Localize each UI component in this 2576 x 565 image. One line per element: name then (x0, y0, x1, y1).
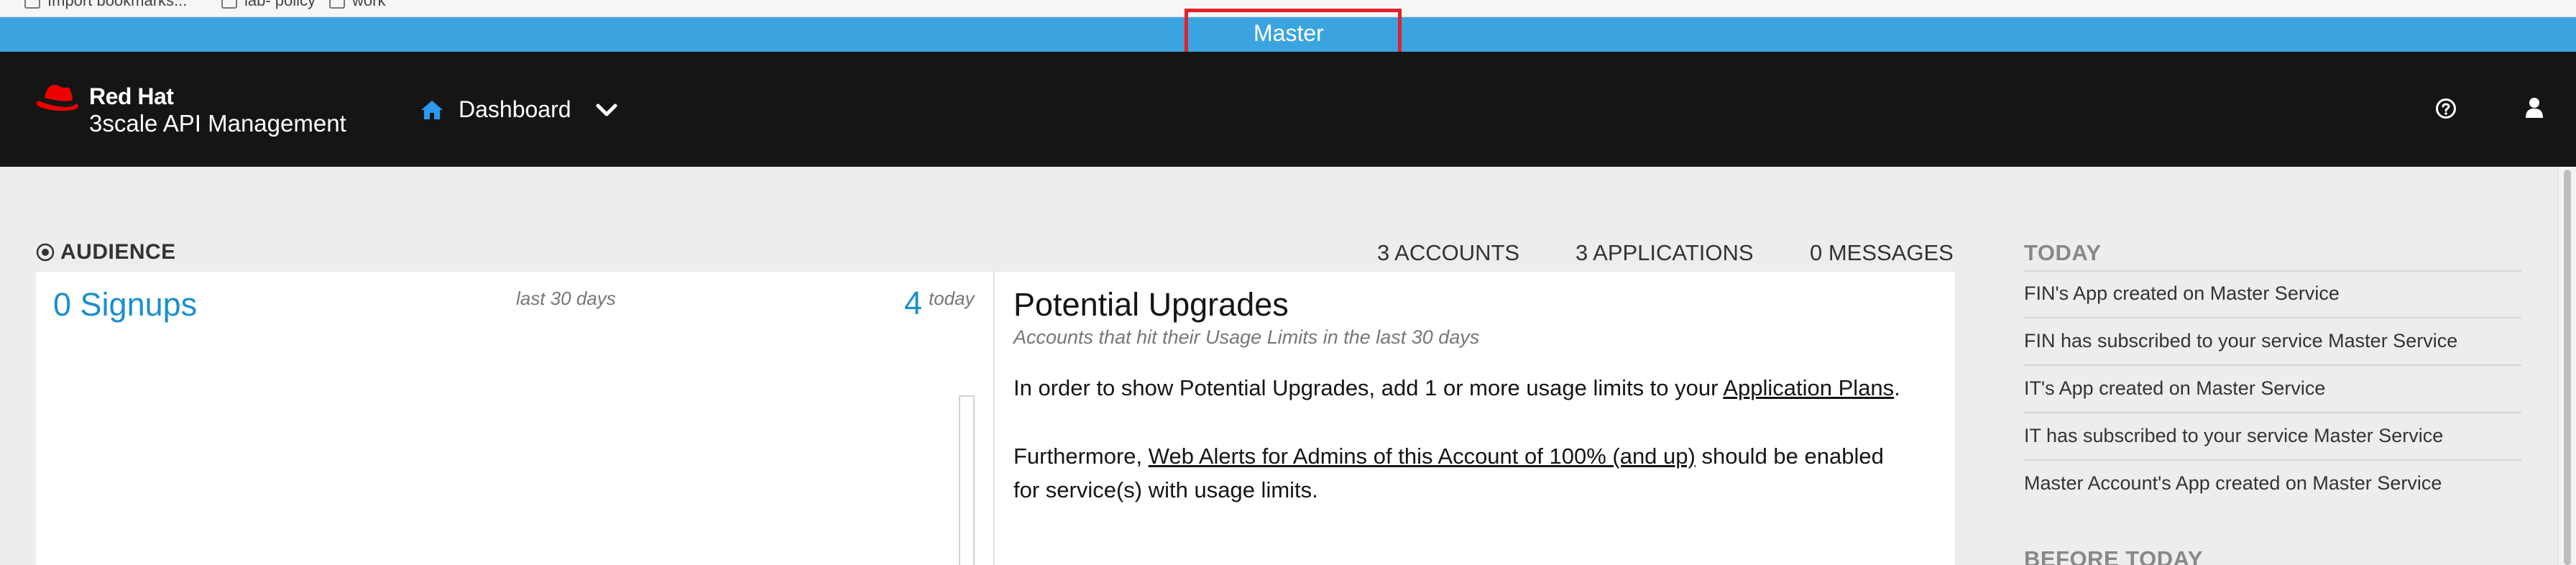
upgrades-paragraph-1: In order to show Potential Upgrades, add… (1013, 372, 1900, 405)
today-divider (2024, 270, 2521, 272)
dashboard-label: Dashboard (459, 96, 571, 122)
chevron-down-icon (596, 104, 617, 116)
today-heading: TODAY (2024, 240, 2102, 265)
audience-target-icon (36, 243, 55, 262)
today-event-item[interactable]: Master Account's App created on Master S… (2024, 472, 2442, 495)
user-icon[interactable] (2524, 96, 2544, 119)
upgrades-paragraph-2: Furthermore, Web Alerts for Admins of th… (1013, 440, 1884, 473)
home-icon (421, 100, 443, 119)
signups-count-link[interactable]: 0 Signups (53, 286, 197, 323)
app-root: Import bookmarks... lab- policy work Mas… (0, 0, 2576, 565)
audience-heading: AUDIENCE (36, 240, 176, 265)
bookmark-label: Import bookmarks... (47, 0, 188, 9)
help-circle-icon[interactable] (2435, 98, 2457, 119)
page-scrollbar[interactable] (2557, 167, 2576, 565)
brand-product: 3scale API Management (89, 110, 346, 137)
bookmark-item[interactable]: lab- policy (221, 0, 316, 10)
upgrades-p2-suffix: should be enabled (1695, 444, 1884, 469)
signups-chart-frame (959, 395, 975, 565)
web-alerts-link[interactable]: Web Alerts for Admins of this Account of… (1149, 444, 1696, 469)
today-divider (2024, 459, 2521, 461)
bookmark-folder-icon (24, 0, 40, 9)
bookmark-label: work (352, 0, 386, 9)
upgrades-p1-suffix: . (1894, 375, 1900, 400)
today-event-item[interactable]: FIN has subscribed to your service Maste… (2024, 330, 2457, 352)
audience-title: AUDIENCE (60, 240, 176, 264)
today-divider (2024, 317, 2521, 318)
upgrades-p1-text: In order to show Potential Upgrades, add… (1013, 375, 1724, 400)
today-event-item[interactable]: IT has subscribed to your service Master… (2024, 425, 2443, 447)
bookmark-item[interactable]: work (329, 0, 385, 10)
top-header (0, 52, 2576, 167)
upgrades-title: Potential Upgrades (1013, 286, 1289, 323)
signups-period: last 30 days (516, 288, 616, 309)
today-divider (2024, 364, 2521, 366)
accounts-count-link[interactable]: 3 ACCOUNTS (1377, 240, 1519, 266)
signups-today-count: 4 (904, 285, 923, 321)
bookmark-folder-icon (329, 0, 345, 9)
application-plans-link[interactable]: Application Plans (1723, 375, 1894, 400)
upgrades-subtitle: Accounts that hit their Usage Limits in … (1013, 326, 1480, 348)
bookmark-label: lab- policy (244, 0, 316, 9)
upgrades-paragraph-2-cont: for service(s) with usage limits. (1013, 477, 1318, 502)
scrollbar-thumb[interactable] (2564, 170, 2571, 565)
today-event-item[interactable]: FIN's App created on Master Service (2024, 282, 2340, 305)
signups-today-label: today (929, 288, 975, 309)
brand-company: Red Hat (89, 83, 174, 109)
dashboard-nav-dropdown[interactable]: Dashboard (420, 96, 617, 123)
applications-count-link[interactable]: 3 APPLICATIONS (1576, 240, 1754, 266)
before-today-heading: BEFORE TODAY (2024, 546, 2203, 565)
upgrades-p2-text: Furthermore, (1013, 444, 1149, 469)
red-hat-logo-icon[interactable] (33, 81, 80, 116)
messages-count-link[interactable]: 0 MESSAGES (1810, 240, 1954, 266)
bookmark-folder-icon (221, 0, 237, 9)
today-divider (2024, 412, 2521, 413)
today-event-item[interactable]: IT's App created on Master Service (2024, 377, 2325, 400)
bookmark-item[interactable]: Import bookmarks... (24, 0, 187, 10)
